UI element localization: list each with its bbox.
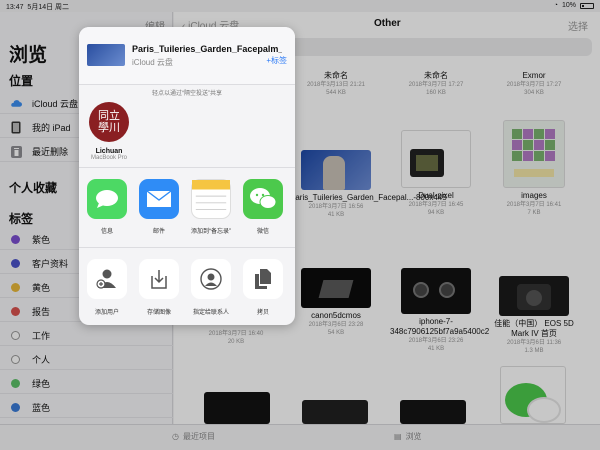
- airdrop-hint: 轻点以通过“隔空投送”共享: [152, 91, 222, 97]
- airdrop-target[interactable]: 同立學川 Lichuan MacBook Pro: [87, 102, 131, 161]
- airdrop-device: MacBook Pro: [90, 155, 127, 161]
- wechat-icon: [243, 179, 283, 219]
- share-sheet: Paris_Tuileries_Garden_Facepalm_... iClo…: [79, 27, 295, 325]
- share-header: Paris_Tuileries_Garden_Facepalm_... iClo…: [79, 27, 295, 85]
- add-tag-button[interactable]: +标签: [266, 55, 287, 66]
- messages-icon: [87, 179, 127, 219]
- mail-icon: [139, 179, 179, 219]
- airdrop-name: Lichuan: [95, 148, 123, 155]
- airdrop-avatar: 同立學川: [89, 102, 129, 142]
- action-assign-contact[interactable]: 指定给联系人: [187, 259, 235, 316]
- share-app-mail[interactable]: 邮件: [135, 179, 183, 235]
- share-app-messages[interactable]: 信息: [83, 179, 131, 235]
- divider: [79, 167, 295, 168]
- assign-contact-icon: [191, 259, 231, 299]
- share-app-wechat[interactable]: 微信: [239, 179, 287, 235]
- share-file-name: Paris_Tuileries_Garden_Facepalm_...: [132, 44, 282, 54]
- divider: [79, 247, 295, 248]
- copy-icon: [243, 259, 283, 299]
- share-file-location: iCloud 云盘: [132, 58, 173, 67]
- action-add-user[interactable]: 添加用户: [83, 259, 131, 316]
- notes-icon: [191, 179, 231, 219]
- save-image-icon: [139, 259, 179, 299]
- action-copy[interactable]: 拷贝: [239, 259, 287, 316]
- share-app-notes[interactable]: 添加到“备忘录”: [187, 179, 235, 235]
- add-user-icon: [87, 259, 127, 299]
- share-file-thumbnail: [87, 44, 125, 66]
- action-save-image[interactable]: 存储图像: [135, 259, 183, 316]
